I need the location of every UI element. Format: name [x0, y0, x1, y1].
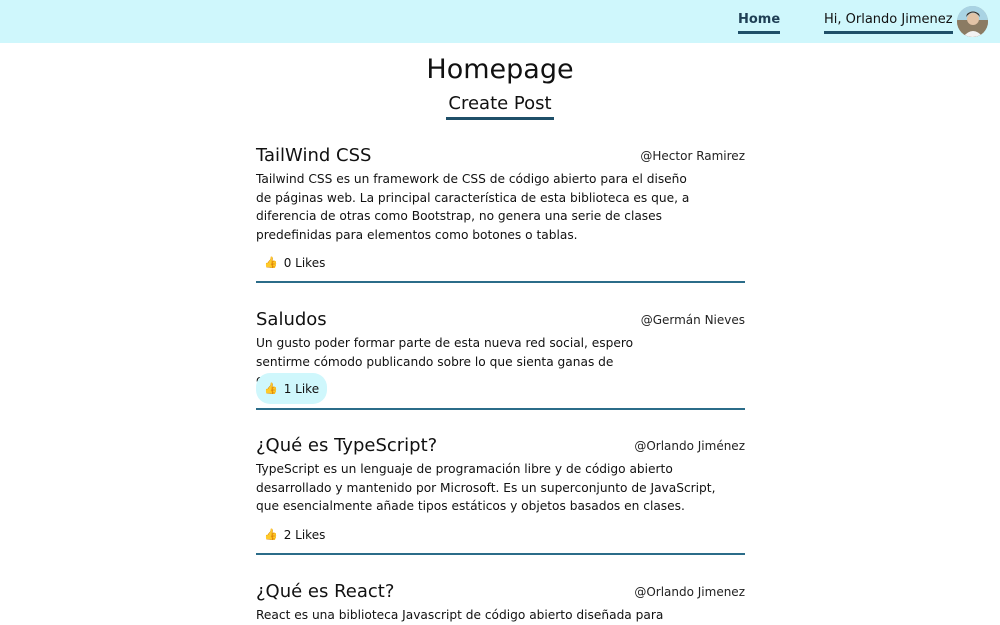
post-author[interactable]: @Orlando Jimenez: [634, 585, 745, 600]
post-card: ¿Qué es React? @Orlando Jimenez React es…: [256, 581, 745, 625]
like-count: 1 Like: [283, 381, 320, 396]
post-body: React es una biblioteca Javascript de có…: [256, 608, 664, 622]
post-title: ¿Qué es React?: [256, 581, 395, 602]
post-title: ¿Qué es TypeScript?: [256, 435, 438, 456]
post-card: Saludos @Germán Nieves Un gusto poder fo…: [256, 309, 745, 410]
nav-home-link[interactable]: Home: [738, 12, 781, 34]
post-body: TypeScript es un lenguaje de programació…: [256, 462, 716, 513]
top-navbar: Home Hi, Orlando Jimenez: [0, 0, 1000, 43]
post-author[interactable]: @Germán Nieves: [641, 313, 745, 328]
post-card: ¿Qué es TypeScript? @Orlando Jiménez Typ…: [256, 435, 745, 555]
avatar-image: [957, 6, 988, 37]
like-button[interactable]: 👍 2 Likes: [256, 519, 333, 550]
post-card: TailWind CSS @Hector Ramirez Tailwind CS…: [256, 145, 745, 283]
post-author[interactable]: @Orlando Jiménez: [634, 439, 745, 454]
like-count: 0 Likes: [283, 255, 326, 270]
like-button[interactable]: 👍 0 Likes: [256, 247, 333, 278]
post-body: Tailwind CSS es un framework de CSS de c…: [256, 172, 690, 242]
thumbs-up-icon: 👍: [264, 527, 278, 541]
user-avatar[interactable]: [957, 6, 988, 37]
thumbs-up-icon: 👍: [264, 255, 278, 269]
thumbs-up-icon: 👍: [264, 381, 278, 395]
post-title: TailWind CSS: [256, 145, 372, 166]
page-title: Homepage: [426, 54, 574, 85]
post-title: Saludos: [256, 309, 327, 330]
create-post-link[interactable]: Create Post: [446, 93, 554, 120]
nav-user-greeting[interactable]: Hi, Orlando Jimenez: [824, 12, 953, 34]
like-count: 2 Likes: [283, 527, 326, 542]
like-button[interactable]: 👍 1 Like: [256, 373, 328, 404]
post-author[interactable]: @Hector Ramirez: [640, 149, 745, 164]
